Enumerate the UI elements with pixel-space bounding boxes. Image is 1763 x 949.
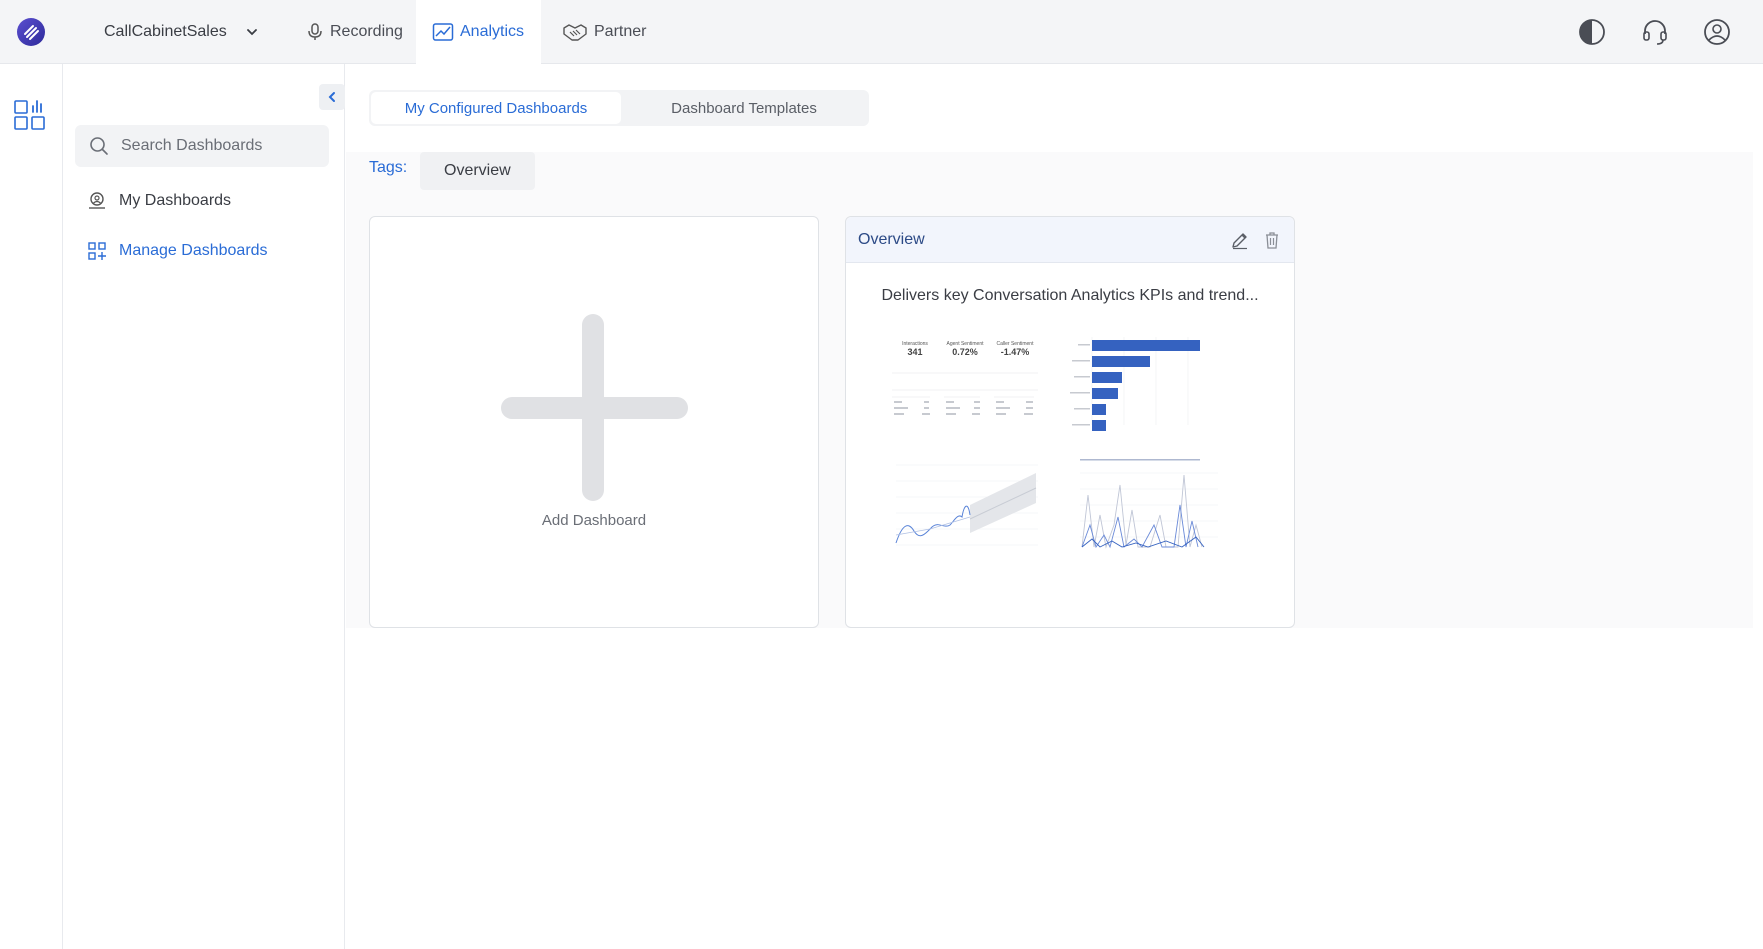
add-dashboard-card[interactable]: Add Dashboard xyxy=(369,216,819,628)
user-dashboard-icon xyxy=(89,192,105,209)
nav-recording[interactable]: Recording xyxy=(290,0,419,64)
collapse-sidebar-button[interactable] xyxy=(319,84,345,110)
analytics-chart-icon xyxy=(432,23,454,41)
search-box xyxy=(75,125,329,167)
chevron-down-icon xyxy=(246,29,257,36)
app-logo-icon[interactable] xyxy=(16,17,46,47)
nav-recording-label: Recording xyxy=(330,23,403,40)
user-profile-icon[interactable] xyxy=(1702,17,1732,47)
add-dashboard-label: Add Dashboard xyxy=(541,512,647,529)
edit-pencil-icon[interactable] xyxy=(1230,230,1250,250)
nav-analytics-label: Analytics xyxy=(460,23,525,40)
dashboard-card-header: Overview xyxy=(846,217,1294,263)
preview-bar-thumbnail xyxy=(1070,337,1200,431)
nav-partner-label: Partner xyxy=(594,23,647,40)
main-content: My Configured Dashboards Dashboard Templ… xyxy=(346,64,1763,949)
kpi-table-lines xyxy=(892,372,1038,415)
dashboard-grid-icon[interactable] xyxy=(14,98,46,130)
sidebar-item-manage-dashboards[interactable]: Manage Dashboards xyxy=(87,239,268,263)
nav-partner[interactable]: Partner xyxy=(546,0,662,64)
sidebar-item-label: Manage Dashboards xyxy=(119,242,268,259)
dashboard-tabs: My Configured Dashboards Dashboard Templ… xyxy=(369,90,869,126)
dashboard-title: Overview xyxy=(858,230,925,248)
dashboard-card-overview[interactable]: Overview Delivers key Conversation Analy… xyxy=(845,216,1295,628)
preview-kpi-thumbnail: Interactions 341 Agent Sentiment 0.72% C… xyxy=(890,335,1040,435)
tags-label: Tags: xyxy=(369,159,408,176)
left-rail xyxy=(0,64,63,949)
contrast-toggle-icon[interactable] xyxy=(1577,17,1607,47)
dashboard-description: Delivers key Conversation Analytics KPIs… xyxy=(881,287,1259,304)
org-name: CallCabinetSales xyxy=(104,23,227,40)
search-icon xyxy=(90,137,108,155)
microphone-icon xyxy=(308,23,322,40)
preview-line-thumbnail xyxy=(895,464,1038,546)
tab-dashboard-templates[interactable]: Dashboard Templates xyxy=(621,92,867,124)
tab-my-configured-dashboards[interactable]: My Configured Dashboards xyxy=(371,92,621,124)
manage-grid-icon xyxy=(88,242,106,260)
dashboard-sidebar: My Dashboards Manage Dashboards xyxy=(63,64,345,949)
sidebar-item-label: My Dashboards xyxy=(119,192,232,209)
handshake-icon xyxy=(563,24,587,41)
preview-multiline-thumbnail xyxy=(1080,459,1218,549)
org-selector[interactable]: CallCabinetSales xyxy=(104,20,259,44)
headset-support-icon[interactable] xyxy=(1640,17,1670,47)
plus-icon-bar xyxy=(501,397,688,419)
sidebar-item-my-dashboards[interactable]: My Dashboards xyxy=(87,189,231,213)
delete-trash-icon[interactable] xyxy=(1262,230,1282,250)
nav-analytics[interactable]: Analytics xyxy=(416,0,541,64)
tag-chip-overview[interactable]: Overview xyxy=(420,152,535,190)
top-bar: CallCabinetSales Recording Analytics Par… xyxy=(0,0,1763,64)
chevron-left-icon xyxy=(328,92,335,102)
search-dashboards-input[interactable] xyxy=(121,137,321,155)
